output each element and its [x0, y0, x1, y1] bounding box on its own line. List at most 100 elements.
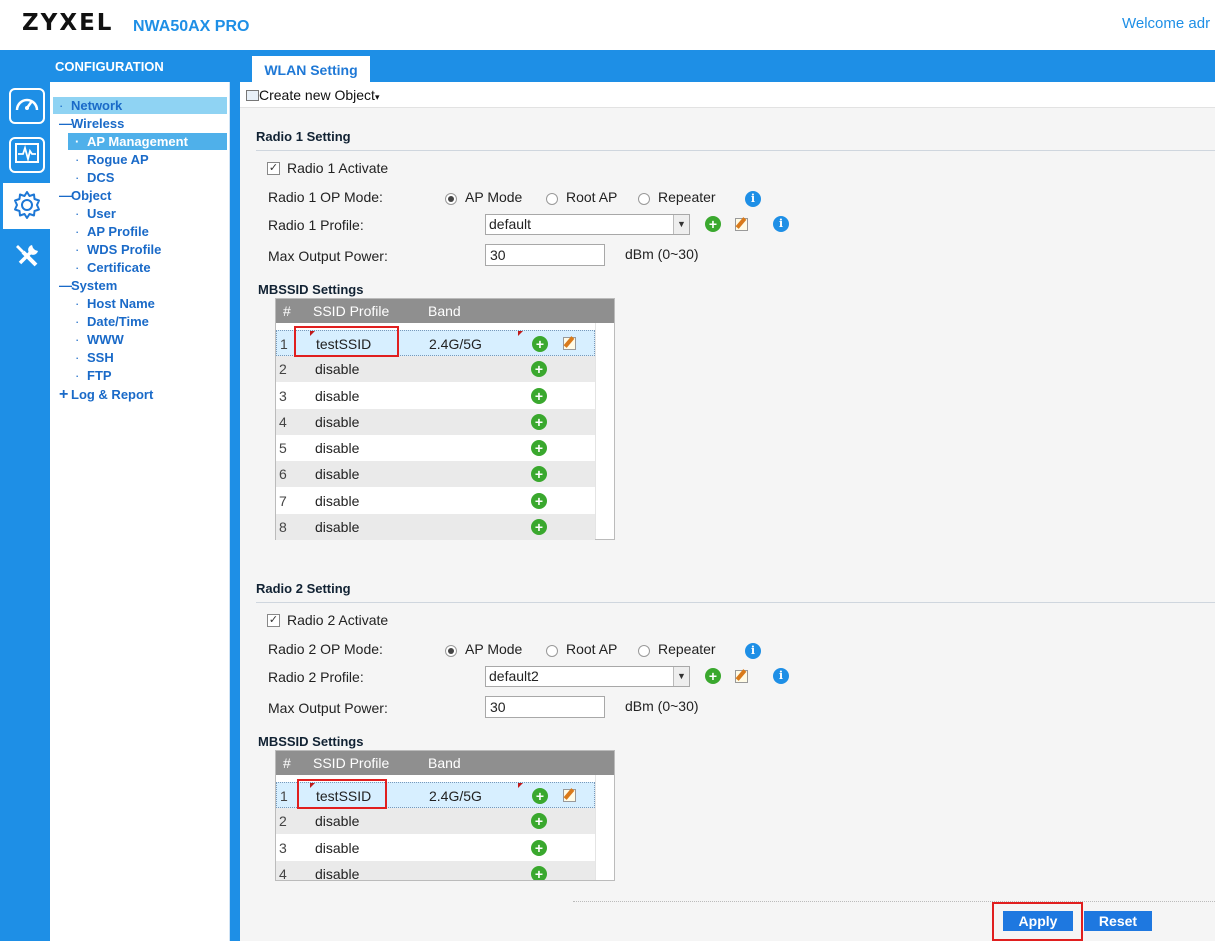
add-icon[interactable]: +	[531, 466, 547, 482]
radio1-repeater-label: Repeater	[658, 189, 716, 205]
radio2-section-line	[256, 602, 1215, 603]
mbssid1-scrollbar[interactable]	[595, 323, 614, 539]
side-icon-bar	[0, 82, 50, 941]
add-icon[interactable]: +	[531, 388, 547, 404]
radio1-section-title: Radio 1 Setting	[256, 129, 351, 144]
add-icon[interactable]: +	[531, 361, 547, 377]
table-row[interactable]: 5 disable +	[276, 435, 595, 461]
add-icon[interactable]: +	[532, 336, 548, 352]
radio1-power-label: Max Output Power:	[268, 248, 388, 264]
maintenance-icon	[12, 241, 42, 274]
nav-date-time[interactable]: · Date/Time	[75, 314, 149, 329]
add-icon[interactable]: +	[531, 493, 547, 509]
radio2-profile-add-icon[interactable]: +	[705, 668, 721, 684]
add-icon[interactable]: +	[531, 840, 547, 856]
radio2-profile-edit-icon[interactable]	[735, 670, 748, 683]
panel-divider[interactable]	[230, 82, 240, 941]
bottom-divider	[573, 901, 1215, 902]
radio1-power-input[interactable]: 30	[485, 244, 605, 266]
nav-ftp[interactable]: · FTP	[75, 368, 112, 383]
radio1-ap-mode-radio[interactable]	[445, 193, 457, 205]
table-row[interactable]: 6 disable +	[276, 461, 595, 487]
welcome-user[interactable]: Welcome adr	[1122, 15, 1210, 32]
nav-user[interactable]: · User	[75, 206, 116, 221]
add-icon[interactable]: +	[531, 813, 547, 829]
create-object-menu[interactable]: Create new Object▾	[246, 87, 379, 103]
mbssid2-scrollbar[interactable]	[595, 775, 614, 880]
monitor-button[interactable]	[9, 137, 45, 173]
add-icon[interactable]: +	[531, 866, 547, 880]
edit-icon[interactable]	[563, 789, 576, 802]
nav-certificate[interactable]: · Certificate	[75, 260, 151, 275]
tab-wlan-setting[interactable]: WLAN Setting	[252, 56, 370, 82]
nav-ssh[interactable]: · SSH	[75, 350, 114, 365]
add-icon[interactable]: +	[532, 788, 548, 804]
radio1-activate-checkbox[interactable]: ✓	[267, 162, 280, 175]
radio2-op-mode-info-icon[interactable]: i	[745, 643, 761, 659]
radio1-root-ap-label: Root AP	[566, 189, 618, 205]
radio1-profile-info-icon[interactable]: i	[773, 216, 789, 232]
table-row[interactable]: 3 disable +	[276, 835, 595, 861]
edit-icon[interactable]	[563, 337, 576, 350]
radio1-profile-select[interactable]: default ▼	[485, 214, 690, 235]
maintenance-button[interactable]	[9, 239, 45, 275]
radio2-op-mode-label: Radio 2 OP Mode:	[268, 641, 383, 657]
radio2-root-ap-radio[interactable]	[546, 645, 558, 657]
radio1-root-ap-radio[interactable]	[546, 193, 558, 205]
radio1-op-mode-info-icon[interactable]: i	[745, 191, 761, 207]
chevron-down-icon: ▼	[673, 215, 689, 234]
radio1-profile-edit-icon[interactable]	[735, 218, 748, 231]
chevron-down-icon: ▼	[673, 667, 689, 686]
edited-marker	[518, 331, 523, 336]
mbssid2-col-band: Band	[428, 755, 461, 771]
dropdown-arrow-icon: ▾	[374, 92, 380, 102]
add-icon[interactable]: +	[531, 414, 547, 430]
add-icon[interactable]: +	[531, 519, 547, 535]
nav-tree: · Network —Wireless · AP Management · Rogue…	[50, 82, 230, 941]
device-model: NWA50AX PRO	[133, 18, 250, 35]
nav-wds-profile[interactable]: · WDS Profile	[75, 242, 161, 257]
nav-www[interactable]: · WWW	[75, 332, 124, 347]
radio2-profile-info-icon[interactable]: i	[773, 668, 789, 684]
radio1-op-mode-label: Radio 1 OP Mode:	[268, 189, 383, 205]
add-icon[interactable]: +	[531, 440, 547, 456]
table-row[interactable]: 2 disable +	[276, 808, 595, 834]
nav-ap-profile[interactable]: · AP Profile	[75, 224, 149, 239]
header: ZYXEL NWA50AX PRO Welcome adr	[0, 0, 1215, 50]
radio1-profile-add-icon[interactable]: +	[705, 216, 721, 232]
nav-network[interactable]: · Network	[59, 98, 122, 113]
radio2-section-title: Radio 2 Setting	[256, 581, 351, 596]
dashboard-button[interactable]	[9, 88, 45, 124]
mbssid2-table: # SSID Profile Band 1 testSSID 2.4G/5G + 2d…	[275, 750, 615, 881]
nav-host-name[interactable]: · Host Name	[75, 296, 155, 311]
nav-log-report[interactable]: + Log & Report	[59, 386, 153, 404]
radio2-ap-mode-radio[interactable]	[445, 645, 457, 657]
configuration-title: CONFIGURATION	[55, 59, 164, 74]
radio2-profile-select[interactable]: default2 ▼	[485, 666, 690, 687]
reset-button[interactable]: Reset	[1084, 911, 1152, 931]
nav-wireless[interactable]: —Wireless	[59, 116, 124, 131]
table-row[interactable]: 4 disable +	[276, 409, 595, 435]
radio2-repeater-radio[interactable]	[638, 645, 650, 657]
nav-rogue-ap[interactable]: · Rogue AP	[75, 152, 149, 167]
mbssid1-col-band: Band	[428, 303, 461, 319]
mbssid1-col-ssid-profile: SSID Profile	[313, 303, 390, 319]
table-row[interactable]: 8 disable +	[276, 514, 595, 540]
nav-ap-management[interactable]: · AP Management	[75, 134, 188, 149]
table-row[interactable]: 4 disable +	[276, 861, 595, 880]
radio2-activate-checkbox[interactable]: ✓	[267, 614, 280, 627]
radio2-activate-label: Radio 2 Activate	[287, 612, 389, 628]
table-row[interactable]: 3 disable +	[276, 383, 595, 409]
radio2-power-input[interactable]: 30	[485, 696, 605, 718]
monitor-icon	[14, 142, 40, 169]
nav-system[interactable]: —System	[59, 278, 117, 293]
radio1-section-line	[256, 150, 1215, 151]
table-row[interactable]: 2 disable +	[276, 356, 595, 382]
configuration-button[interactable]	[3, 183, 50, 229]
nav-object[interactable]: —Object	[59, 188, 111, 203]
zyxel-logo: ZYXEL	[22, 10, 114, 36]
nav-dcs[interactable]: · DCS	[75, 170, 114, 185]
table-row[interactable]: 7 disable +	[276, 488, 595, 514]
radio1-repeater-radio[interactable]	[638, 193, 650, 205]
radio2-root-ap-label: Root AP	[566, 641, 618, 657]
